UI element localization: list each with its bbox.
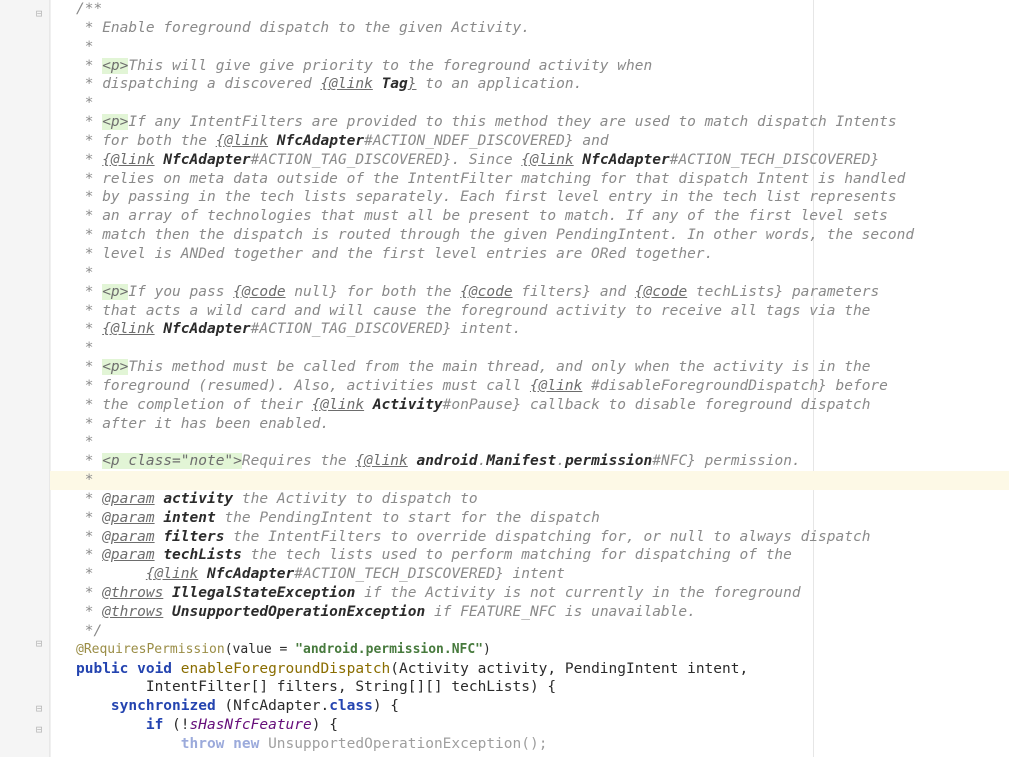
javadoc-tag: @throws [102, 585, 163, 601]
editor-gutter: ⊟ ⊟ ⊟ ⊟ [0, 0, 50, 757]
javadoc-tag: @param [102, 529, 154, 545]
javadoc-line: * <p>If you pass {@code null} for both t… [50, 283, 1009, 302]
javadoc-param-line: * @param techLists the tech lists used t… [50, 546, 1009, 565]
keyword: class [329, 698, 373, 714]
fold-icon[interactable]: ⊟ [33, 8, 45, 20]
javadoc-line: * [50, 339, 1009, 358]
html-tag: <p> [102, 114, 128, 130]
javadoc-line: * that acts a wild card and will cause t… [50, 302, 1009, 321]
html-tag: <p> [102, 58, 128, 74]
keyword: throw new [181, 736, 268, 752]
javadoc-line: * dispatching a discovered {@link Tag} t… [50, 75, 1009, 94]
code-editor[interactable]: /** * Enable foreground dispatch to the … [50, 0, 1009, 757]
javadoc-line: * <p>This will give give priority to the… [50, 57, 1009, 76]
annotation-line: @RequiresPermission(value = "android.per… [50, 641, 1009, 660]
keyword: if [146, 717, 172, 733]
javadoc-link: {@link [355, 453, 407, 469]
fold-icon[interactable]: ⊟ [33, 724, 45, 736]
javadoc-line: * level is ANDed together and the first … [50, 245, 1009, 264]
javadoc-line: * <p>If any IntentFilters are provided t… [50, 113, 1009, 132]
javadoc-line: * [50, 433, 1009, 452]
javadoc-code: {@code [460, 284, 512, 300]
javadoc-line: * by passing in the tech lists separatel… [50, 188, 1009, 207]
method-signature-line: IntentFilter[] filters, String[][] techL… [50, 678, 1009, 697]
javadoc-code: {@code [635, 284, 687, 300]
javadoc-tag: @param [102, 491, 154, 507]
javadoc-link: {@link [312, 397, 364, 413]
fold-icon[interactable]: ⊟ [33, 703, 45, 715]
keyword: public void [76, 661, 181, 677]
javadoc-param-line: * @param filters the IntentFilters to ov… [50, 528, 1009, 547]
javadoc-param-line: * @param activity the Activity to dispat… [50, 490, 1009, 509]
html-tag: <p> [102, 359, 128, 375]
javadoc-line: * the completion of their {@link Activit… [50, 396, 1009, 415]
code-line: synchronized (NfcAdapter.class) { [50, 697, 1009, 716]
javadoc-line: */ [50, 622, 1009, 641]
javadoc-line: * [50, 94, 1009, 113]
method-name: enableForegroundDispatch [181, 661, 391, 677]
javadoc-tag: @param [102, 510, 154, 526]
javadoc-line-highlighted: * [50, 471, 1009, 490]
javadoc-line: * [50, 264, 1009, 283]
javadoc-link: {@link [320, 76, 372, 92]
string-literal: "android.permission.NFC" [295, 642, 483, 657]
method-signature-line: public void enableForegroundDispatch(Act… [50, 660, 1009, 679]
keyword: synchronized [111, 698, 225, 714]
javadoc-line: * after it has been enabled. [50, 415, 1009, 434]
code-line-cut: throw new UnsupportedOperationException(… [50, 735, 1009, 754]
javadoc-line: * <p>This method must be called from the… [50, 358, 1009, 377]
code-line: if (!sHasNfcFeature) { [50, 716, 1009, 735]
javadoc-tag: @throws [102, 604, 163, 620]
javadoc-link: {@link [521, 152, 573, 168]
javadoc-line: * {@link NfcAdapter#ACTION_TECH_DISCOVER… [50, 565, 1009, 584]
static-field: sHasNfcFeature [190, 717, 312, 733]
javadoc-line: * an array of technologies that must all… [50, 207, 1009, 226]
javadoc-line: * Enable foreground dispatch to the give… [50, 19, 1009, 38]
javadoc-link: {@link [102, 152, 154, 168]
javadoc-line: * {@link NfcAdapter#ACTION_TAG_DISCOVERE… [50, 151, 1009, 170]
javadoc-line: * [50, 38, 1009, 57]
javadoc-link: {@link [216, 133, 268, 149]
javadoc-line: * <p class="note">Requires the {@link an… [50, 452, 1009, 471]
javadoc-link: {@link [102, 321, 154, 337]
javadoc-link: {@link [146, 566, 198, 582]
html-tag-note: <p class="note"> [102, 453, 242, 469]
javadoc-line: /** [50, 0, 1009, 19]
javadoc-throws-line: * @throws UnsupportedOperationException … [50, 603, 1009, 622]
javadoc-line: * {@link NfcAdapter#ACTION_TAG_DISCOVERE… [50, 320, 1009, 339]
fold-icon[interactable]: ⊟ [33, 638, 45, 650]
javadoc-line: * foreground (resumed). Also, activities… [50, 377, 1009, 396]
annotation: @RequiresPermission [76, 642, 225, 657]
javadoc-line: * for both the {@link NfcAdapter#ACTION_… [50, 132, 1009, 151]
javadoc-link: {@link [530, 378, 582, 394]
html-tag: <p> [102, 284, 128, 300]
javadoc-code: {@code [233, 284, 285, 300]
javadoc-param-line: * @param intent the PendingIntent to sta… [50, 509, 1009, 528]
javadoc-line: * match then the dispatch is routed thro… [50, 226, 1009, 245]
javadoc-throws-line: * @throws IllegalStateException if the A… [50, 584, 1009, 603]
javadoc-line: * relies on meta data outside of the Int… [50, 170, 1009, 189]
javadoc-tag: @param [102, 547, 154, 563]
